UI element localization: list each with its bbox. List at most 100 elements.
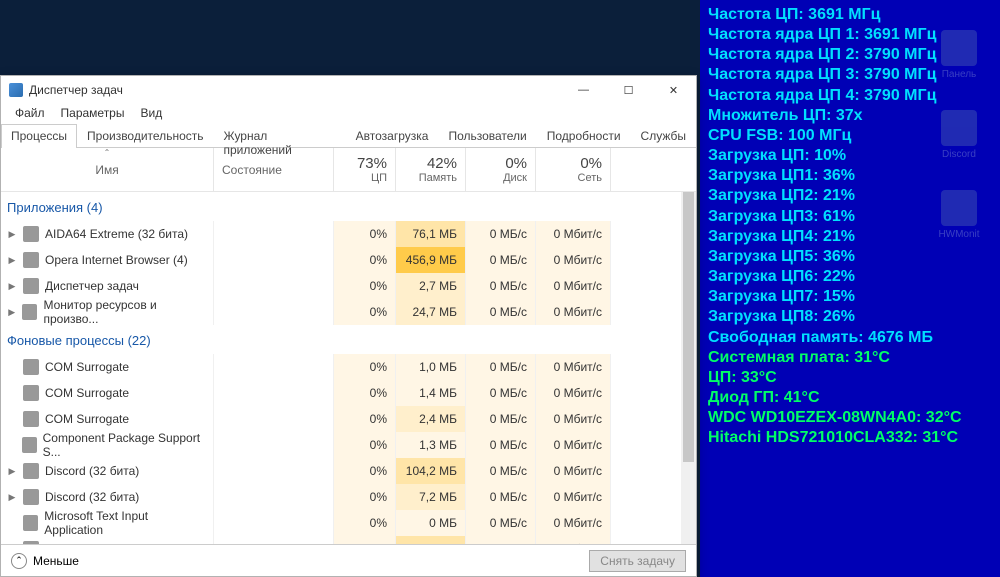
expand-icon[interactable]: ▶: [7, 492, 17, 503]
process-row[interactable]: ▶Диспетчер задач0%2,7 МБ0 МБ/с0 Мбит/с: [1, 273, 696, 299]
column-disk[interactable]: 0% Диск: [466, 148, 536, 191]
expand-icon[interactable]: ▶: [7, 229, 17, 240]
process-icon: [23, 278, 39, 294]
hw-stat-line: Загрузка ЦП7: 15%: [708, 287, 992, 307]
tab[interactable]: Производительность: [77, 124, 213, 148]
process-row[interactable]: ▶Discord (32 бита)0%104,2 МБ0 МБ/с0 Мбит…: [1, 458, 696, 484]
tab[interactable]: Подробности: [537, 124, 631, 148]
process-icon: [23, 541, 39, 544]
cell-cpu: 0%: [334, 484, 396, 510]
column-network[interactable]: 0% Сеть: [536, 148, 611, 191]
cell-network: 0 Мбит/с: [536, 273, 611, 299]
minimize-button[interactable]: —: [561, 76, 606, 104]
cell-cpu: 0%: [334, 458, 396, 484]
desktop-icon[interactable]: Панель: [935, 30, 983, 80]
tab[interactable]: Службы: [631, 124, 696, 148]
hw-stat-line: Частота ЦП: 3691 МГц: [708, 5, 992, 25]
cell-state: [214, 273, 334, 299]
menubar: ФайлПараметрыВид: [1, 104, 696, 124]
cell-disk: 0 МБ/с: [466, 432, 536, 458]
cell-cpu: 0%: [334, 406, 396, 432]
process-row[interactable]: Microsoft Text Input Application0%0 МБ0 …: [1, 510, 696, 536]
cell-memory: 2,7 МБ: [396, 273, 466, 299]
column-state[interactable]: Состояние: [214, 148, 334, 191]
hw-stat-line: Диод ГП: 41°C: [708, 388, 992, 408]
grid-header: ⌃ Имя Состояние 73% ЦП 42% Память 0% Дис…: [1, 148, 696, 192]
cell-disk: 0 МБ/с: [466, 273, 536, 299]
process-name: COM Surrogate: [45, 360, 129, 374]
column-cpu[interactable]: 73% ЦП: [334, 148, 396, 191]
process-icon: [23, 252, 39, 268]
process-name: Discord (32 бита): [45, 464, 139, 478]
titlebar[interactable]: Диспетчер задач — ☐ ✕: [1, 76, 696, 104]
cell-memory: 0 МБ: [396, 510, 466, 536]
close-button[interactable]: ✕: [651, 76, 696, 104]
tab[interactable]: Журнал приложений: [214, 124, 346, 148]
process-row[interactable]: COM Surrogate0%1,4 МБ0 МБ/с0 Мбит/с: [1, 380, 696, 406]
hw-stat-line: Загрузка ЦП6: 22%: [708, 267, 992, 287]
scrollbar[interactable]: [681, 192, 696, 544]
tab[interactable]: Пользователи: [438, 124, 536, 148]
fewer-details-link[interactable]: Меньше: [33, 554, 79, 568]
process-name: Монитор ресурсов и произво...: [43, 298, 205, 326]
cell-state: [214, 221, 334, 247]
scrollbar-thumb[interactable]: [683, 192, 694, 462]
process-name: Opera Internet Browser (4): [45, 253, 188, 267]
menu-item[interactable]: Параметры: [53, 104, 133, 124]
process-icon: [23, 385, 39, 401]
cell-network: 0 Мбит/с: [536, 458, 611, 484]
tab[interactable]: Процессы: [1, 124, 77, 148]
cell-state: [214, 536, 334, 544]
column-memory[interactable]: 42% Память: [396, 148, 466, 191]
column-name[interactable]: ⌃ Имя: [1, 148, 214, 191]
expand-icon[interactable]: ▶: [7, 281, 17, 292]
desktop-icon[interactable]: HWMonit: [935, 190, 983, 240]
cell-state: [214, 406, 334, 432]
tab[interactable]: Автозагрузка: [346, 124, 439, 148]
tab-bar: ПроцессыПроизводительностьЖурнал приложе…: [1, 124, 696, 148]
expand-icon[interactable]: ▶: [7, 466, 17, 477]
menu-item[interactable]: Вид: [132, 104, 170, 124]
cell-memory: 24,7 МБ: [396, 299, 466, 325]
end-task-button[interactable]: Снять задачу: [589, 550, 686, 572]
desktop-icon[interactable]: Discord: [935, 110, 983, 160]
collapse-icon[interactable]: ⌃: [11, 553, 27, 569]
expand-icon[interactable]: ▶: [7, 307, 16, 318]
cell-memory: 57,8 МБ: [396, 536, 466, 544]
window-title: Диспетчер задач: [29, 83, 123, 97]
cell-network: 0 Мбит/с: [536, 536, 611, 544]
cell-state: [214, 458, 334, 484]
cell-network: 0 Мбит/с: [536, 406, 611, 432]
cell-cpu: 0%: [334, 432, 396, 458]
process-row[interactable]: NVIDIA Container0%57,8 МБ0 МБ/с0 Мбит/с: [1, 536, 696, 544]
process-group-header[interactable]: Фоновые процессы (22): [1, 325, 696, 354]
cell-network: 0 Мбит/с: [536, 510, 611, 536]
process-icon: [23, 359, 39, 375]
process-row[interactable]: ▶Discord (32 бита)0%7,2 МБ0 МБ/с0 Мбит/с: [1, 484, 696, 510]
cell-disk: 0 МБ/с: [466, 380, 536, 406]
hw-monitor-panel: Частота ЦП: 3691 МГцЧастота ядра ЦП 1: 3…: [700, 0, 1000, 577]
cell-network: 0 Мбит/с: [536, 247, 611, 273]
process-name: AIDA64 Extreme (32 бита): [45, 227, 188, 241]
process-row[interactable]: ▶Opera Internet Browser (4)0%456,9 МБ0 М…: [1, 247, 696, 273]
cell-network: 0 Мбит/с: [536, 432, 611, 458]
cell-disk: 0 МБ/с: [466, 299, 536, 325]
cell-network: 0 Мбит/с: [536, 380, 611, 406]
cell-disk: 0 МБ/с: [466, 221, 536, 247]
cell-state: [214, 299, 334, 325]
cell-cpu: 0%: [334, 247, 396, 273]
cell-memory: 1,4 МБ: [396, 380, 466, 406]
process-row[interactable]: COM Surrogate0%1,0 МБ0 МБ/с0 Мбит/с: [1, 354, 696, 380]
cell-memory: 76,1 МБ: [396, 221, 466, 247]
process-row[interactable]: COM Surrogate0%2,4 МБ0 МБ/с0 Мбит/с: [1, 406, 696, 432]
task-manager-window: Диспетчер задач — ☐ ✕ ФайлПараметрыВид П…: [0, 75, 697, 577]
expand-icon[interactable]: ▶: [7, 255, 17, 266]
process-icon: [23, 489, 39, 505]
maximize-button[interactable]: ☐: [606, 76, 651, 104]
menu-item[interactable]: Файл: [7, 104, 53, 124]
process-row[interactable]: ▶Монитор ресурсов и произво...0%24,7 МБ0…: [1, 299, 696, 325]
process-row[interactable]: Component Package Support S...0%1,3 МБ0 …: [1, 432, 696, 458]
cell-cpu: 0%: [334, 536, 396, 544]
process-group-header[interactable]: Приложения (4): [1, 192, 696, 221]
process-row[interactable]: ▶AIDA64 Extreme (32 бита)0%76,1 МБ0 МБ/с…: [1, 221, 696, 247]
